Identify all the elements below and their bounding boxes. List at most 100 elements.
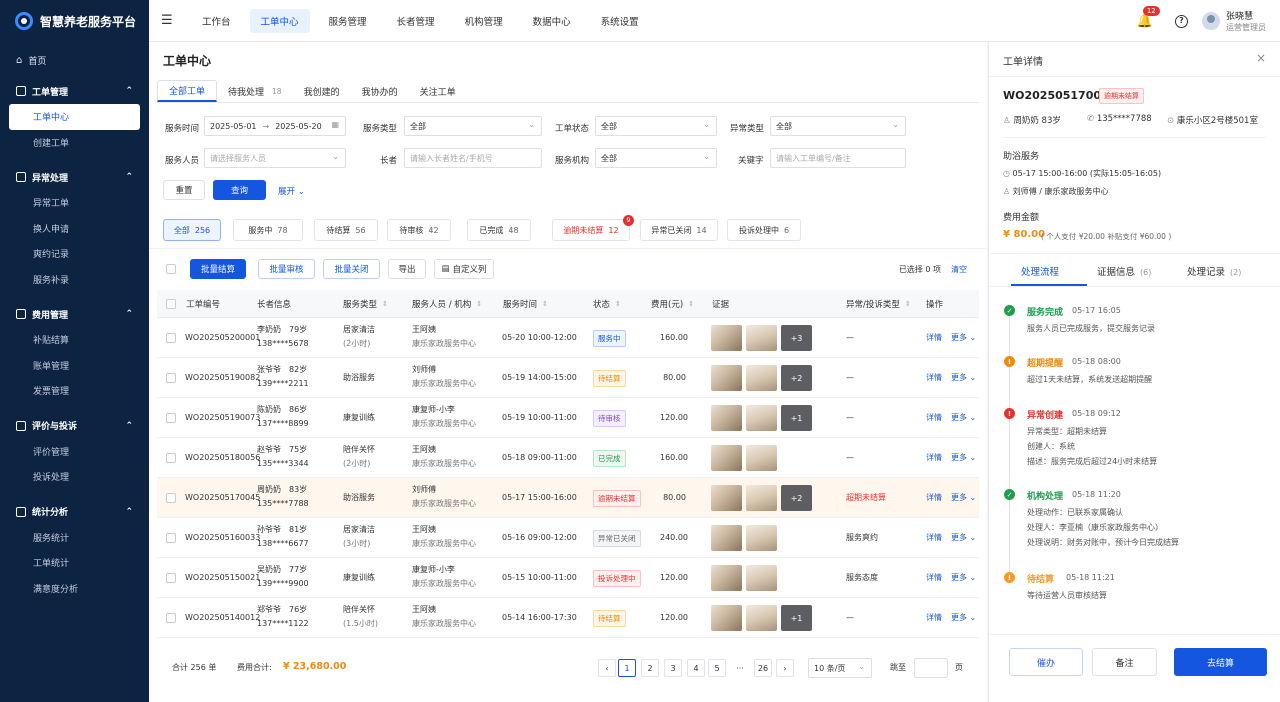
more-link[interactable]: 更多 ⌄ xyxy=(951,333,976,342)
evidence-thumbnail[interactable] xyxy=(746,405,777,431)
status-filter-chip[interactable]: 全部 256 xyxy=(163,219,221,241)
evidence-thumbnail[interactable]: +2 xyxy=(781,485,812,511)
status-filter-chip[interactable]: 待结算 56 xyxy=(314,219,378,241)
page-button[interactable]: 2 xyxy=(641,659,659,677)
row-checkbox[interactable] xyxy=(166,493,176,503)
more-link[interactable]: 更多 ⌄ xyxy=(951,493,976,502)
more-link[interactable]: 更多 ⌄ xyxy=(951,613,976,622)
batch-review-button[interactable]: 批量审核 xyxy=(258,259,315,279)
search-button[interactable]: 查询 xyxy=(213,180,266,200)
row-checkbox[interactable] xyxy=(166,533,176,543)
settle-button[interactable]: 去结算 xyxy=(1174,648,1267,676)
column-header[interactable]: 服务人员 / 机构 ⇕ xyxy=(412,290,482,318)
evidence-thumbnail[interactable] xyxy=(746,565,777,591)
sidebar-item[interactable]: 换人申请 xyxy=(0,216,149,242)
sidebar-item-home[interactable]: ⌂ 首页 xyxy=(0,42,149,78)
row-checkbox[interactable] xyxy=(166,453,176,463)
menu-toggle-icon[interactable]: ☰ xyxy=(161,13,191,28)
more-link[interactable]: 更多 ⌄ xyxy=(951,373,976,382)
tab-item[interactable]: 待我处理 18 xyxy=(217,80,293,102)
more-link[interactable]: 更多 ⌄ xyxy=(951,453,976,462)
page-button[interactable]: 26 xyxy=(754,659,772,677)
detail-link[interactable]: 详情 xyxy=(926,333,942,342)
top-nav-item[interactable]: 系统设置 xyxy=(590,9,650,33)
detail-tab[interactable]: 处理记录 (2) xyxy=(1187,264,1241,278)
column-header[interactable]: 费用(元) ⇕ xyxy=(651,290,694,318)
tab-item[interactable]: 关注工单 xyxy=(409,80,467,102)
detail-link[interactable]: 详情 xyxy=(926,533,942,542)
evidence-thumbnail[interactable] xyxy=(711,485,742,511)
evidence-thumbnail[interactable] xyxy=(746,525,777,551)
tab-item[interactable]: 全部工单 xyxy=(157,80,218,102)
evidence-thumbnail[interactable]: +3 xyxy=(781,325,812,351)
service-type-select[interactable]: 全部 ⌄ xyxy=(404,116,542,136)
export-button[interactable]: 导出 xyxy=(388,259,426,279)
column-header[interactable]: 服务时间 ⇕ xyxy=(503,290,548,318)
sidebar-group-work-order[interactable]: 工单管理 ⌃ xyxy=(0,78,149,104)
select-all-checkbox[interactable] xyxy=(166,299,176,309)
clear-selection-link[interactable]: 清空 xyxy=(951,265,967,274)
top-nav-item[interactable]: 机构管理 xyxy=(454,9,514,33)
top-nav-item[interactable]: 长者管理 xyxy=(386,9,446,33)
evidence-thumbnail[interactable] xyxy=(711,325,742,351)
help-icon[interactable]: ? xyxy=(1175,14,1188,28)
page-button[interactable]: ··· xyxy=(731,659,749,677)
date-range-picker[interactable]: 2025-05-01 → 2025-05-20 ▦ xyxy=(204,116,346,136)
top-nav-item[interactable]: 工作台 xyxy=(191,9,242,33)
more-link[interactable]: 更多 ⌄ xyxy=(951,413,976,422)
sidebar-group-stats[interactable]: 统计分析 ⌃ xyxy=(0,499,149,525)
sidebar-item[interactable]: 投诉处理 xyxy=(0,464,149,490)
detail-link[interactable]: 详情 xyxy=(926,493,942,502)
select-all-top-checkbox[interactable] xyxy=(166,264,176,274)
sidebar-item[interactable]: 工单中心 xyxy=(9,104,140,130)
detail-link[interactable]: 详情 xyxy=(926,373,942,382)
evidence-thumbnail[interactable] xyxy=(746,325,777,351)
reset-button[interactable]: 重置 xyxy=(163,180,205,200)
page-button[interactable]: 3 xyxy=(664,659,682,677)
detail-link[interactable]: 详情 xyxy=(926,453,942,462)
sidebar-item[interactable]: 服务统计 xyxy=(0,525,149,551)
detail-tab[interactable]: 处理流程 xyxy=(1021,264,1059,278)
evidence-thumbnail[interactable] xyxy=(711,565,742,591)
note-button[interactable]: 备注 xyxy=(1092,648,1157,676)
column-header[interactable]: 状态 ⇕ xyxy=(593,290,621,318)
status-filter-chip[interactable]: 已完成 48 xyxy=(467,219,531,241)
evidence-thumbnail[interactable] xyxy=(746,365,777,391)
evidence-thumbnail[interactable]: +1 xyxy=(781,605,812,631)
evidence-thumbnail[interactable] xyxy=(711,605,742,631)
row-checkbox[interactable] xyxy=(166,413,176,423)
sidebar-group-exception[interactable]: 异常处理 ⌃ xyxy=(0,164,149,190)
status-filter-chip[interactable]: 服务中 78 xyxy=(233,219,303,241)
row-checkbox[interactable] xyxy=(166,613,176,623)
sidebar-item[interactable]: 评价管理 xyxy=(0,439,149,465)
sidebar-item[interactable]: 创建工单 xyxy=(0,130,149,156)
next-page-button[interactable]: › xyxy=(776,659,794,677)
expand-filters-link[interactable]: 展开 ⌄ xyxy=(278,185,305,197)
status-filter-chip[interactable]: 逾期未结算 12 9 xyxy=(552,215,634,241)
detail-tab[interactable]: 证据信息 (6) xyxy=(1097,264,1151,278)
evidence-thumbnail[interactable] xyxy=(746,485,777,511)
close-icon[interactable]: × xyxy=(1256,51,1266,65)
column-header[interactable]: 异常/投诉类型 ⇕ xyxy=(846,290,911,318)
more-link[interactable]: 更多 ⌄ xyxy=(951,573,976,582)
tab-item[interactable]: 我创建的 xyxy=(293,80,351,102)
sidebar-group-review[interactable]: 评价与投诉 ⌃ xyxy=(0,413,149,439)
column-header[interactable]: 服务类型 ⇕ xyxy=(343,290,388,318)
urge-button[interactable]: 催办 xyxy=(1009,648,1083,676)
keyword-input[interactable]: 请输入工单编号/备注 xyxy=(770,148,906,168)
page-button[interactable]: 4 xyxy=(687,659,705,677)
sidebar-item[interactable]: 发票管理 xyxy=(0,378,149,404)
sidebar-item[interactable]: 工单统计 xyxy=(0,550,149,576)
avatar[interactable] xyxy=(1202,12,1220,30)
evidence-thumbnail[interactable] xyxy=(711,445,742,471)
page-size-select[interactable]: 10 条/页 ⌄ xyxy=(808,658,872,678)
top-nav-item[interactable]: 工单中心 xyxy=(249,8,310,33)
elder-input[interactable]: 请输入长者姓名/手机号 xyxy=(404,148,542,168)
sidebar-item[interactable]: 异常工单 xyxy=(0,190,149,216)
sidebar-item[interactable]: 爽约记录 xyxy=(0,241,149,267)
evidence-thumbnail[interactable] xyxy=(746,445,777,471)
row-checkbox[interactable] xyxy=(166,333,176,343)
staff-select[interactable]: 请选择服务人员 ⌄ xyxy=(204,148,346,168)
evidence-thumbnail[interactable]: +1 xyxy=(781,405,812,431)
tab-item[interactable]: 我协办的 xyxy=(351,80,409,102)
